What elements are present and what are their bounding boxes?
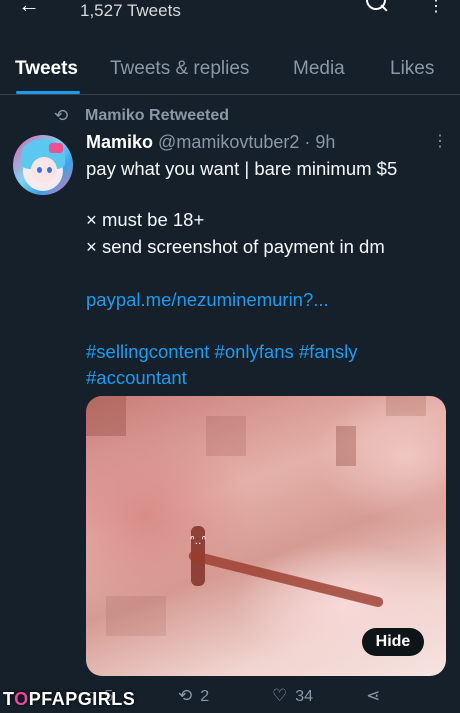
like-count: 34: [295, 688, 314, 705]
tab-tweets[interactable]: Tweets: [15, 58, 78, 80]
tweet-actions: ○ 5 ⟲ 2 ♡ 34 ⋖: [86, 686, 446, 712]
retweet-count: 2: [200, 688, 210, 705]
watermark: TOPFAPGIRLS: [3, 689, 136, 709]
search-icon[interactable]: [366, 0, 386, 10]
display-name[interactable]: Mamiko: [86, 132, 153, 152]
like-icon: ♡: [272, 686, 288, 705]
tab-media[interactable]: Media: [293, 58, 345, 80]
retweet-label: Mamiko Retweeted: [85, 107, 230, 124]
retweet-icon: ⟲: [54, 106, 69, 125]
tweet-count: 1,527 Tweets: [80, 1, 181, 20]
tab-likes[interactable]: Likes: [390, 58, 434, 80]
more-vertical-icon[interactable]: ⋮: [428, 0, 444, 16]
tab-tweets-replies[interactable]: Tweets & replies: [110, 58, 249, 80]
tweet-text-line: × send screenshot of payment in dm: [86, 236, 385, 257]
media-sticker: ᐢ..ᐢ: [190, 533, 207, 547]
share-button[interactable]: ⋖: [366, 686, 388, 706]
avatar[interactable]: [13, 135, 73, 195]
active-tab-indicator: [16, 91, 80, 94]
paypal-link[interactable]: paypal.me/nezuminemurin?...: [86, 289, 329, 311]
tweet-more-icon[interactable]: ⋮: [432, 131, 448, 151]
like-button[interactable]: ♡ 34: [272, 686, 313, 706]
hashtags-line[interactable]: #sellingcontent #onlyfans #fansly: [86, 341, 358, 363]
hide-media-button[interactable]: Hide: [362, 628, 424, 656]
share-icon: ⋖: [366, 686, 381, 705]
profile-tabs: Tweets Tweets & replies Media Likes: [0, 48, 460, 95]
back-arrow-icon[interactable]: ←: [18, 0, 40, 18]
tweet-text-line: pay what you want | bare minimum $5: [86, 158, 398, 179]
tweet-text-line: × must be 18+: [86, 209, 205, 230]
tweet-header: Mamiko @mamikovtuber2 · 9h: [86, 132, 335, 153]
top-bar: ← 1,527 Tweets ⋮: [0, 0, 460, 30]
hashtag-accountant[interactable]: #accountant: [86, 367, 187, 389]
handle-time[interactable]: @mamikovtuber2 · 9h: [158, 132, 335, 152]
retweet-button[interactable]: ⟲ 2: [178, 686, 209, 706]
retweet-icon: ⟲: [178, 686, 193, 705]
